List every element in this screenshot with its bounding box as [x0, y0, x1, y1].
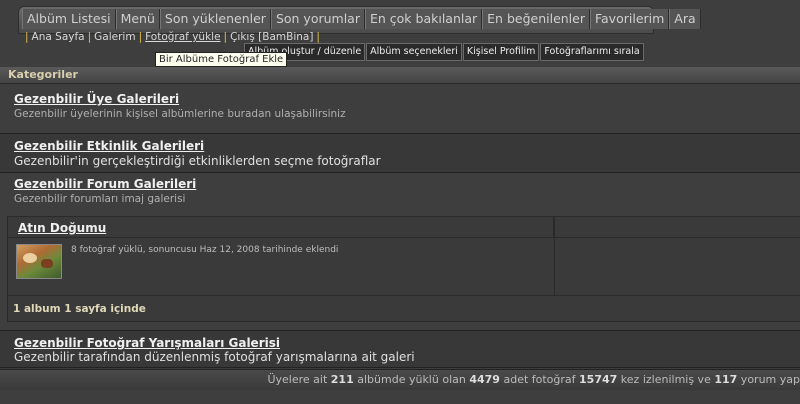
tab-most-viewed[interactable]: En çok bakılanlar [364, 9, 483, 29]
category-title[interactable]: Gezenbilir Etkinlik Galerileri [14, 139, 204, 153]
upload-tooltip: Bir Albüme Fotoğraf Ekle [155, 52, 288, 67]
stats-text: kez izlenilmiş ve [617, 373, 715, 386]
stats-text: adet fotoğraf [499, 373, 580, 386]
tab-menu[interactable]: Menü [115, 9, 160, 29]
tab-top-rated[interactable]: En beğenilenler [482, 9, 590, 29]
album-pagination-info: 1 album 1 sayfa içinde [13, 303, 146, 315]
category-description: Gezenbilir'in gerçekleştirdiği etkinlikl… [14, 154, 381, 168]
category-title[interactable]: Gezenbilir Üye Galerileri [14, 92, 179, 106]
tab-latest-comments[interactable]: Son yorumlar [270, 9, 365, 29]
subtab-sort-photos[interactable]: Fotoğraflarımı sırala [540, 43, 644, 61]
category-row: Gezenbilir Etkinlik Galerileri Gezenbili… [0, 133, 800, 173]
category-title[interactable]: Gezenbilir Fotoğraf Yarışmaları Galerisi [14, 336, 280, 350]
stats-text: albümde yüklü olan [353, 373, 470, 386]
album-thumbnail[interactable] [16, 244, 62, 279]
stats-comment-count: 117 [714, 373, 738, 386]
category-description: Gezenbilir tarafından düzenlenmiş fotoğr… [14, 350, 415, 364]
subtab-album-options[interactable]: Albüm seçenekleri [366, 43, 462, 61]
separator: | [223, 31, 228, 43]
subtab-profile[interactable]: Kişisel Profilim [462, 43, 540, 61]
stats-text: Üyelere ait [267, 373, 331, 386]
album-box: Atın Doğumu 8 fotoğraf yüklü, sonuncusu … [7, 216, 800, 322]
separator: | [25, 31, 29, 43]
sub-navigation: | Ana Sayfa | Galerim | Fotoğraf yükle | Çıkış … [22, 31, 323, 43]
tab-favorites[interactable]: Favorilerim [589, 9, 670, 29]
tab-latest-uploads[interactable]: Son yüklenenler [159, 9, 271, 29]
album-title[interactable]: Atın Doğumu [18, 221, 106, 235]
tab-album-list[interactable]: Albüm Listesi [22, 9, 116, 29]
categories-header-label: Kategoriler [8, 68, 78, 81]
category-row: Gezenbilir Forum Galerileri Gezenbilir f… [0, 172, 800, 212]
gallery-statistics: Üyelere ait 211 albümde yüklü olan 4479 … [0, 369, 800, 390]
album-meta: 8 fotoğraf yüklü, sonuncusu Haz 12, 2008… [71, 245, 339, 255]
album-right-panel [554, 217, 800, 295]
stats-photo-count: 4479 [469, 373, 500, 386]
category-row: Gezenbilir Fotoğraf Yarışmaları Galerisi… [0, 330, 800, 368]
link-my-gallery[interactable]: Galerim [94, 31, 135, 43]
category-row: Gezenbilir Üye Galerileri Gezenbilir üye… [0, 85, 800, 127]
category-description: Gezenbilir forumları imaj galerisi [14, 193, 186, 205]
category-title[interactable]: Gezenbilir Forum Galerileri [14, 177, 196, 191]
stats-view-count: 15747 [579, 373, 618, 386]
link-upload-photo[interactable]: Fotoğraf yükle [145, 31, 220, 43]
separator: | [316, 31, 320, 43]
tab-search[interactable]: Ara [669, 9, 701, 29]
link-logout[interactable]: Çıkış [BamBina] [230, 31, 313, 43]
main-tabs: Albüm Listesi Menü Son yüklenenler Son y… [22, 9, 701, 29]
stats-text: yorum yap [737, 373, 800, 386]
link-home[interactable]: Ana Sayfa [32, 31, 85, 43]
category-description: Gezenbilir üyelerinin kişisel albümlerin… [14, 108, 346, 120]
album-footer: 1 album 1 sayfa içinde [8, 295, 800, 321]
account-subtabs: Albüm oluştur / düzenle Albüm seçenekler… [244, 43, 644, 61]
categories-header: Kategoriler [0, 67, 800, 84]
stats-album-count: 211 [330, 373, 354, 386]
album-header: Atın Doğumu [8, 217, 554, 238]
separator: | [87, 31, 92, 43]
separator: | [138, 31, 143, 43]
